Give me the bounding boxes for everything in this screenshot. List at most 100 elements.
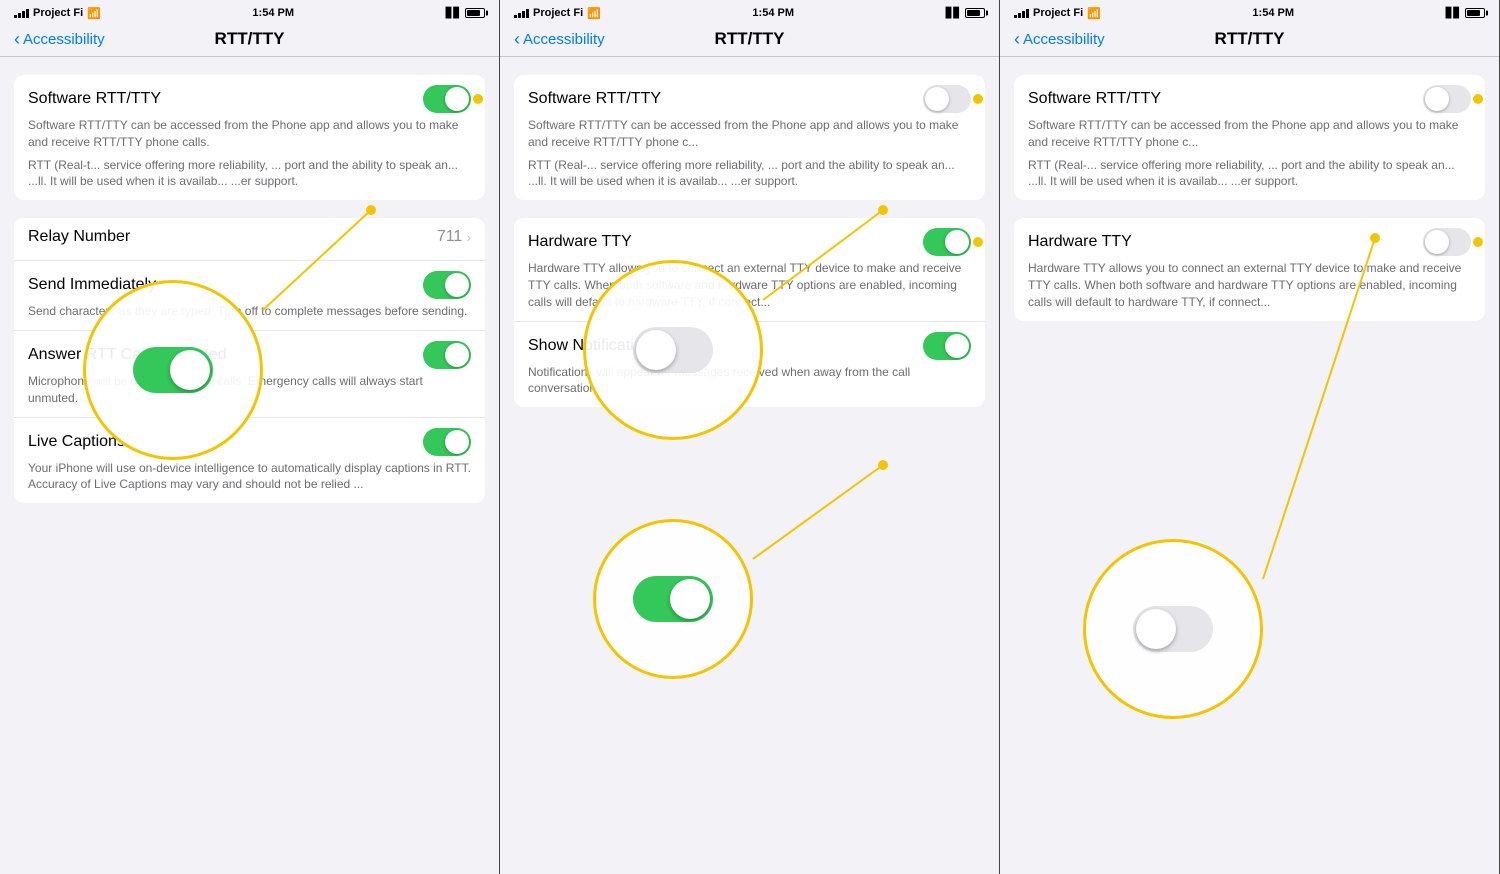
status-right-3: ▊▊ bbox=[1446, 8, 1485, 19]
back-label-3: Accessibility bbox=[1023, 31, 1105, 48]
software-rtt-row-1: Software RTT/TTY Software RTT/TTY can be… bbox=[14, 75, 485, 200]
signal-bar bbox=[22, 11, 25, 18]
relay-label-1: Relay Number bbox=[28, 228, 130, 246]
status-bar-1: Project Fi 📶 1:54 PM ▊▊ bbox=[0, 0, 499, 24]
chevron-left-icon-1: ‹ bbox=[14, 30, 20, 48]
signal-bar bbox=[1014, 15, 1017, 18]
live-captions-top-1: Live Captions bbox=[28, 428, 471, 456]
software-rtt-label-3: Software RTT/TTY bbox=[1028, 90, 1161, 108]
wifi-icon-2: 📶 bbox=[587, 7, 601, 20]
back-button-1[interactable]: ‹ Accessibility bbox=[14, 30, 105, 48]
yellow-dot-hw-2 bbox=[973, 237, 983, 247]
phone-panel-1: Project Fi 📶 1:54 PM ▊▊ ‹ Accessibility … bbox=[0, 0, 500, 874]
software-rtt-toggle-2[interactable] bbox=[923, 85, 971, 113]
hardware-tty-label-2: Hardware TTY bbox=[528, 233, 632, 251]
signal-bar bbox=[14, 15, 17, 18]
signal-bars-3 bbox=[1014, 9, 1029, 18]
yellow-dot-hw-3 bbox=[1473, 237, 1483, 247]
hardware-tty-toggle-3[interactable] bbox=[1423, 228, 1471, 256]
status-bar-2: Project Fi 📶 1:54 PM ▊▊ bbox=[500, 0, 999, 24]
page-title-3: RTT/TTY bbox=[1215, 29, 1285, 49]
battery-icon-2 bbox=[965, 8, 985, 18]
yellow-dot-2 bbox=[973, 94, 983, 104]
phone-panel-3: Project Fi 📶 1:54 PM ▊▊ ‹ Accessibility … bbox=[1000, 0, 1500, 874]
toggle-knob-hw-3 bbox=[1425, 230, 1449, 254]
signal-bar bbox=[1022, 11, 1025, 18]
toggle-annotation-1 bbox=[423, 85, 471, 113]
status-bar-3: Project Fi 📶 1:54 PM ▊▊ bbox=[1000, 0, 1499, 24]
status-left-2: Project Fi 📶 bbox=[514, 7, 601, 20]
chevron-left-icon-3: ‹ bbox=[1014, 30, 1020, 48]
software-rtt-top-2: Software RTT/TTY bbox=[528, 85, 971, 113]
yellow-dot-3 bbox=[1473, 94, 1483, 104]
relay-value-1[interactable]: 711 › bbox=[437, 228, 471, 246]
signal-bar bbox=[526, 9, 529, 18]
zoom-circle-1 bbox=[83, 280, 263, 460]
signal-bars-1 bbox=[14, 9, 29, 18]
carrier-2: Project Fi bbox=[533, 7, 583, 19]
wifi-icon-3: 📶 bbox=[1087, 7, 1101, 20]
signal-icon-2: ▊▊ bbox=[946, 8, 961, 19]
chevron-left-icon-2: ‹ bbox=[514, 30, 520, 48]
toggle-annotation-hw-3 bbox=[1423, 228, 1471, 256]
hardware-tty-top-3: Hardware TTY bbox=[1028, 228, 1471, 256]
back-button-3[interactable]: ‹ Accessibility bbox=[1014, 30, 1105, 48]
toggle-annotation-2 bbox=[923, 85, 971, 113]
signal-bar bbox=[26, 9, 29, 18]
software-rtt-desc1-2: Software RTT/TTY can be accessed from th… bbox=[528, 117, 971, 151]
panel-content-1: Software RTT/TTY Software RTT/TTY can be… bbox=[0, 57, 499, 874]
software-rtt-desc2-1: RTT (Real-t... service offering more rel… bbox=[28, 157, 471, 191]
software-rtt-toggle-1[interactable] bbox=[423, 85, 471, 113]
toggle-annotation-hw-2 bbox=[923, 228, 971, 256]
toggle-knob-hw-2 bbox=[945, 230, 969, 254]
signal-bar bbox=[18, 13, 21, 18]
signal-bar bbox=[518, 13, 521, 18]
page-title-2: RTT/TTY bbox=[715, 29, 785, 49]
software-rtt-row-3: Software RTT/TTY Software RTT/TTY can be… bbox=[1014, 75, 1485, 200]
nav-bar-2: ‹ Accessibility RTT/TTY bbox=[500, 24, 999, 57]
toggle-knob-muted-1 bbox=[445, 343, 469, 367]
back-label-2: Accessibility bbox=[523, 31, 605, 48]
toggle-knob-1 bbox=[445, 87, 469, 111]
time-1: 1:54 PM bbox=[252, 7, 294, 19]
settings-group-hw-3: Hardware TTY Hardware TTY allows you to … bbox=[1014, 218, 1485, 320]
status-left-1: Project Fi 📶 bbox=[14, 7, 101, 20]
send-immediately-toggle-1[interactable] bbox=[423, 271, 471, 299]
nav-bar-3: ‹ Accessibility RTT/TTY bbox=[1000, 24, 1499, 57]
live-captions-toggle-1[interactable] bbox=[423, 428, 471, 456]
relay-top-1: Relay Number 711 › bbox=[28, 228, 471, 246]
toggle-knob-send-1 bbox=[445, 273, 469, 297]
software-rtt-top-3: Software RTT/TTY bbox=[1028, 85, 1471, 113]
yellow-dot-1 bbox=[473, 94, 483, 104]
panel-content-2: Software RTT/TTY Software RTT/TTY can be… bbox=[500, 57, 999, 874]
signal-bar bbox=[1018, 13, 1021, 18]
chevron-right-icon-1: › bbox=[466, 229, 471, 245]
zoom-toggle-knob-1 bbox=[170, 350, 210, 390]
hardware-tty-row-3: Hardware TTY Hardware TTY allows you to … bbox=[1014, 218, 1485, 320]
wifi-icon-1: 📶 bbox=[87, 7, 101, 20]
toggle-knob-3 bbox=[1425, 87, 1449, 111]
phone-panel-2: Project Fi 📶 1:54 PM ▊▊ ‹ Accessibility … bbox=[500, 0, 1000, 874]
send-immediately-desc-1: Send characters as they are typed. Turn … bbox=[28, 303, 471, 320]
status-left-3: Project Fi 📶 bbox=[1014, 7, 1101, 20]
battery-icon-3 bbox=[1465, 8, 1485, 18]
zoom-toggle-1 bbox=[133, 347, 213, 393]
signal-bar bbox=[1026, 9, 1029, 18]
zoom-toggle-knob-2-bottom bbox=[670, 579, 710, 619]
live-captions-row-1: Live Captions Your iPhone will use on-de… bbox=[14, 418, 485, 504]
software-rtt-toggle-3[interactable] bbox=[1423, 85, 1471, 113]
toggle-annotation-3 bbox=[1423, 85, 1471, 113]
answer-muted-toggle-1[interactable] bbox=[423, 341, 471, 369]
signal-icon-3: ▊▊ bbox=[1446, 8, 1461, 19]
time-2: 1:54 PM bbox=[752, 7, 794, 19]
show-notif-toggle-2[interactable] bbox=[923, 332, 971, 360]
send-immediately-row-1: Send Immediately Send characters as they… bbox=[14, 261, 485, 331]
relay-number-1: 711 bbox=[437, 228, 463, 246]
software-rtt-label-2: Software RTT/TTY bbox=[528, 90, 661, 108]
zoom-toggle-2-bottom bbox=[633, 576, 713, 622]
signal-bar bbox=[514, 15, 517, 18]
hardware-tty-toggle-2[interactable] bbox=[923, 228, 971, 256]
zoom-toggle-2-top bbox=[633, 327, 713, 373]
back-button-2[interactable]: ‹ Accessibility bbox=[514, 30, 605, 48]
zoom-toggle-knob-2-top bbox=[636, 330, 676, 370]
